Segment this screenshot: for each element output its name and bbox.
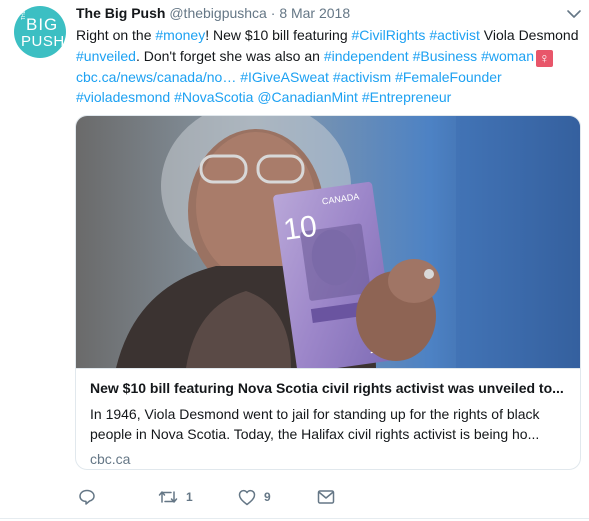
avatar-line2: PUSH [21, 33, 65, 50]
like-button[interactable]: 9 [238, 486, 271, 508]
card-description: In 1946, Viola Desmond went to jail for … [90, 404, 568, 444]
hashtag-link[interactable]: #FemaleFounder [395, 69, 502, 85]
card-body[interactable]: New $10 bill featuring Nova Scotia civil… [76, 368, 580, 469]
card-title[interactable]: New $10 bill featuring Nova Scotia civil… [90, 379, 568, 397]
hashtag-link[interactable]: #NovaScotia [174, 89, 253, 105]
hashtag-link[interactable]: #independent [324, 48, 409, 64]
text-segment: . Don't forget she was also an [135, 47, 324, 64]
tweet-text-line: cbc.ca/news/canada/no… #IGiveASweat #act… [76, 67, 581, 88]
tweet-header: The Big Push @thebigpushca · 8 Mar 2018 [76, 5, 350, 23]
hashtag-link[interactable]: #unveiled [76, 48, 136, 64]
card-description-line1: In 1946, Viola Desmond went to jail for … [90, 406, 540, 422]
hashtag-link[interactable]: #Business [413, 48, 478, 64]
tweet-actions: 1 9 [76, 486, 476, 508]
hashtag-link[interactable]: #activist [429, 27, 480, 43]
hashtag-link[interactable]: #woman [481, 48, 534, 64]
hashtag-link[interactable]: #CivilRights [352, 27, 426, 43]
retweet-button[interactable]: 1 [158, 486, 193, 508]
tweet[interactable]: THE BIG PUSH The Big Push @thebigpushca … [0, 0, 589, 521]
retweet-icon [158, 491, 178, 503]
link-card[interactable]: CANADA 10 10 New $10 bill featuring Nova… [75, 115, 581, 470]
hashtag-link[interactable]: #Entrepreneur [362, 89, 452, 105]
like-count: 9 [264, 490, 271, 504]
text-segment: Viola Desmond [479, 27, 579, 43]
hashtag-link[interactable]: #activism [333, 69, 391, 85]
reply-button[interactable] [78, 486, 96, 508]
card-description-line2: people in Nova Scotia. Today, the Halifa… [90, 426, 540, 442]
tweet-text: Right on the #money! New $10 bill featur… [76, 25, 581, 108]
tweet-text-line: Right on the #money! New $10 bill featur… [76, 25, 581, 46]
card-image[interactable]: CANADA 10 10 [76, 116, 580, 368]
avatar[interactable]: THE BIG PUSH [14, 6, 66, 58]
avatar-line1: BIG [26, 15, 59, 34]
author-handle[interactable]: @thebigpushca [169, 5, 267, 21]
banknote-value-top: 10 [281, 210, 319, 247]
header-separator: · [270, 5, 276, 21]
hashtag-link[interactable]: #violadesmond [76, 89, 170, 105]
direct-message-button[interactable] [317, 486, 335, 508]
chevron-down-icon[interactable] [566, 8, 582, 20]
hashtag-link[interactable]: #money [155, 27, 205, 43]
envelope-icon [317, 490, 335, 504]
tweet-date[interactable]: 8 Mar 2018 [279, 5, 350, 21]
url-link[interactable]: cbc.ca/news/canada/no… [76, 69, 236, 85]
text-segment: ! New $10 bill featuring [205, 27, 352, 43]
hashtag-link[interactable]: #IGiveASweat [240, 69, 329, 85]
author-name[interactable]: The Big Push [76, 5, 165, 21]
heart-icon [238, 489, 256, 505]
reply-icon [79, 489, 95, 505]
card-photo: CANADA 10 10 [76, 116, 580, 368]
venus-emoji-icon: ♀ [536, 49, 553, 67]
tweet-divider [0, 518, 589, 519]
tweet-text-line: #unveiled. Don't forget she was also an … [76, 46, 581, 67]
retweet-count: 1 [186, 490, 193, 504]
mention-link[interactable]: @CanadianMint [257, 89, 358, 105]
tweet-text-line: #violadesmond #NovaScotia @CanadianMint … [76, 87, 581, 108]
card-domain: cbc.ca [90, 451, 131, 467]
text-segment: Right on the [76, 27, 156, 43]
